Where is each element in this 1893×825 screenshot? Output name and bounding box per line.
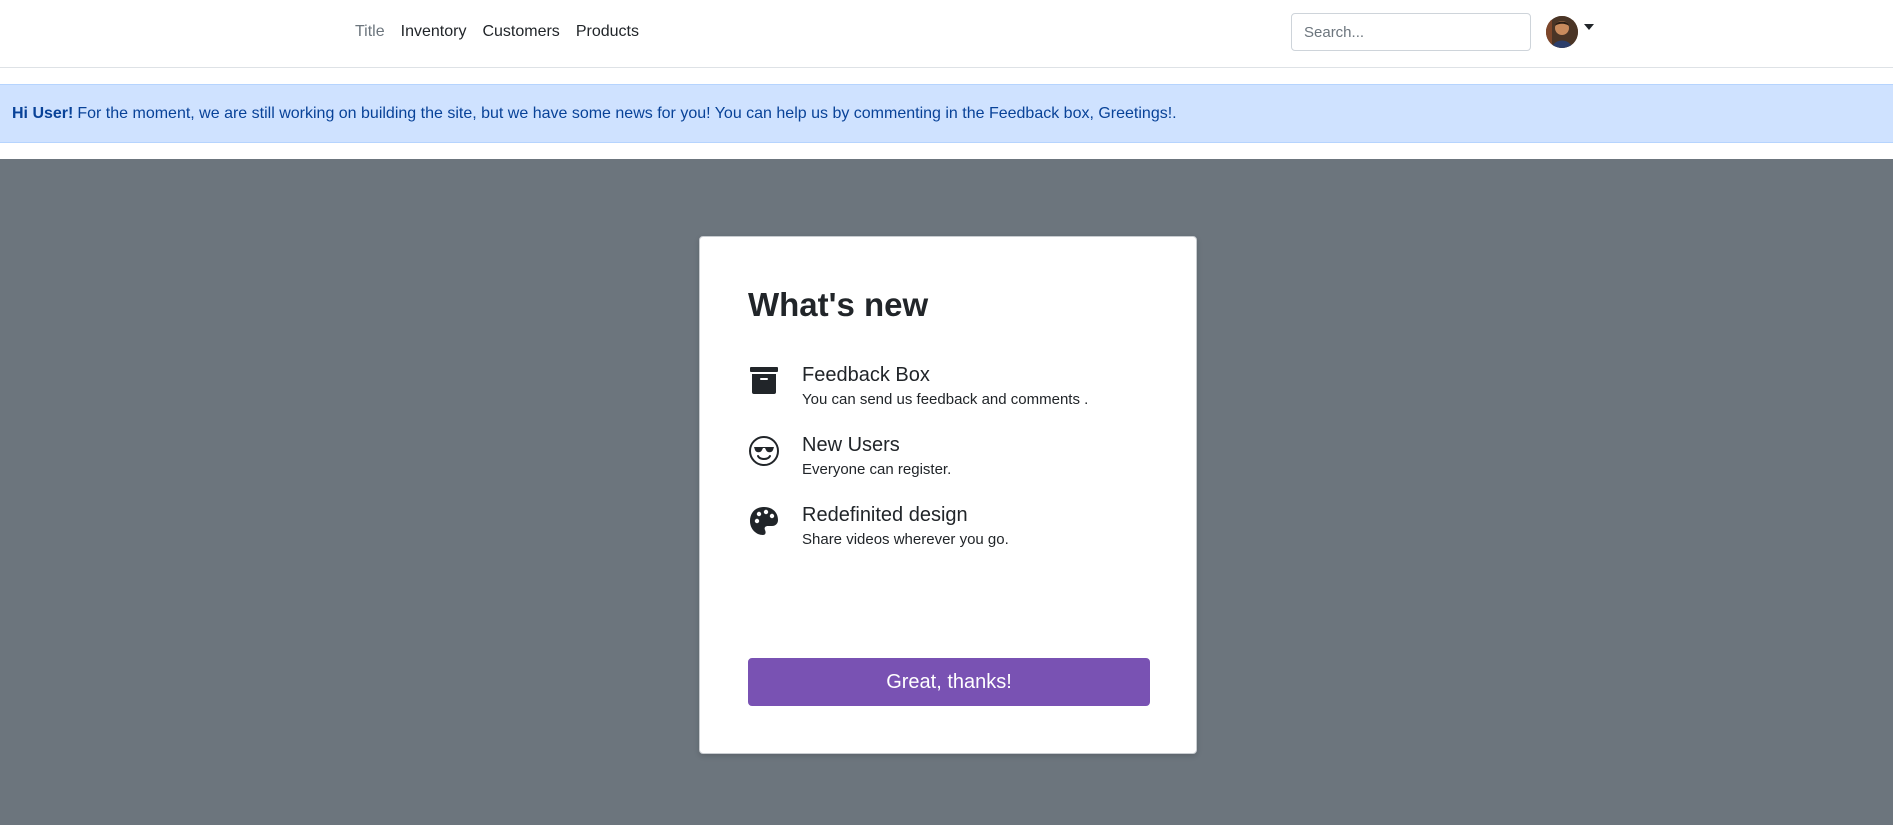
- feature-title: New Users: [802, 433, 900, 456]
- whats-new-modal: What's new Feedback Box You can send us …: [699, 236, 1197, 754]
- brand-link[interactable]: Title: [355, 23, 393, 41]
- great-thanks-button[interactable]: Great, thanks!: [748, 658, 1150, 706]
- feature-item: Redefinited design Share videos wherever…: [748, 503, 1149, 549]
- feature-item: Feedback Box You can send us feedback an…: [748, 363, 1149, 409]
- feature-title: Redefinited design: [802, 503, 968, 526]
- nav-link-customers[interactable]: Customers: [474, 23, 567, 41]
- feature-title: Feedback Box: [802, 363, 930, 386]
- search-input[interactable]: [1291, 13, 1531, 51]
- nav-link-products[interactable]: Products: [568, 23, 647, 41]
- nav-link-inventory[interactable]: Inventory: [393, 23, 475, 41]
- sunglasses-smiley-icon: [748, 435, 780, 467]
- archive-icon: [748, 365, 780, 397]
- feature-description: Share videos wherever you go.: [802, 530, 1009, 548]
- palette-icon: [748, 505, 780, 537]
- info-alert: Hi User! For the moment, we are still wo…: [0, 84, 1893, 143]
- nav-links: Title Inventory Customers Products: [355, 0, 647, 64]
- feature-list: Feedback Box You can send us feedback an…: [748, 363, 1149, 549]
- feature-description: Everyone can register.: [802, 460, 952, 478]
- modal-title: What's new: [748, 286, 929, 323]
- navbar: Title Inventory Customers Products: [0, 0, 1893, 68]
- avatar: [1546, 16, 1578, 48]
- user-menu-toggle[interactable]: [1546, 16, 1594, 48]
- alert-greeting: Hi User!: [12, 104, 74, 122]
- feature-description: You can send us feedback and comments .: [802, 390, 1089, 408]
- feature-item: New Users Everyone can register.: [748, 433, 1149, 479]
- alert-message: For the moment, we are still working on …: [77, 104, 1177, 122]
- chevron-down-icon: [1584, 24, 1594, 30]
